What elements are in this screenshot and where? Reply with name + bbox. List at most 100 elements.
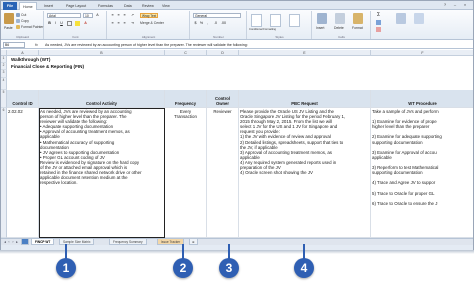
insert-button[interactable]: Insert: [316, 26, 324, 30]
scissors-icon: [16, 13, 20, 18]
clipboard-group-label: Clipboard: [16, 35, 29, 39]
column-header-b[interactable]: B: [39, 50, 165, 56]
find-select-icon[interactable]: [414, 13, 424, 24]
tab-page-layout[interactable]: Page Layout: [63, 2, 89, 10]
walkthrough-title: Walkthrough (WT): [11, 57, 51, 62]
fx-icon[interactable]: fx: [35, 42, 38, 48]
paste-icon[interactable]: [4, 13, 14, 24]
cell-control-id[interactable]: 2.02.02: [7, 108, 39, 238]
cell-control-activity[interactable]: As needed, JVs are reviewed by an accoun…: [39, 108, 165, 238]
column-header-c[interactable]: C: [165, 50, 207, 56]
minimize-icon[interactable]: –: [451, 2, 459, 8]
spreadsheet-grid: A B C D E F 1 2 3 4 5 6 Walkthrough (WT)…: [1, 50, 473, 238]
header-wt-procedure: WT Procedure: [371, 90, 473, 108]
delete-button[interactable]: Delete: [334, 26, 344, 30]
file-tab[interactable]: File: [3, 2, 17, 10]
cell-pbc-request[interactable]: Please provide the Oracle US JV Listing …: [239, 108, 371, 238]
font-size-select[interactable]: 10: [83, 13, 93, 18]
merge-center-button[interactable]: Merge & Center: [140, 21, 164, 25]
conditional-formatting-button[interactable]: Conditional Formatting: [249, 28, 276, 31]
header-control-activity: Control Activity: [39, 90, 165, 108]
format-cells-icon[interactable]: [353, 13, 363, 24]
help-icon[interactable]: ?: [441, 2, 449, 8]
border-icon[interactable]: [67, 21, 72, 26]
copy-label: Copy: [21, 19, 29, 23]
styles-group: Conditional Formatting Styles: [248, 11, 312, 39]
align-right-icon[interactable]: ≡: [122, 21, 127, 26]
frequency-line-2: Transaction: [174, 114, 197, 120]
percent-icon[interactable]: %: [199, 21, 204, 26]
row-header-3[interactable]: 3: [1, 70, 7, 78]
clear-icon[interactable]: [376, 27, 381, 32]
cells-group-label: Cells: [338, 35, 345, 39]
fill-color-icon[interactable]: [75, 21, 80, 26]
tab-data[interactable]: Data: [121, 2, 135, 10]
font-name-select[interactable]: Arial: [47, 13, 81, 18]
number-format-select[interactable]: General: [193, 13, 241, 18]
window-shadow: [0, 250, 474, 254]
close-icon[interactable]: ×: [461, 2, 469, 8]
column-header-f[interactable]: F: [371, 50, 473, 56]
format-painter-button[interactable]: Format Painter: [16, 25, 44, 30]
format-as-table-icon[interactable]: [270, 14, 281, 27]
orientation-icon[interactable]: ↗: [130, 13, 135, 18]
ribbon: Paste Cut Copy Format Painter Clipboard …: [1, 10, 473, 40]
underline-icon[interactable]: U: [59, 21, 64, 26]
row-header-4[interactable]: 4: [1, 78, 7, 90]
increase-decimal-icon[interactable]: .0: [213, 21, 218, 26]
clipboard-group: Paste Cut Copy Format Painter Clipboard: [2, 11, 44, 39]
cells-group: Insert Delete Format Cells: [313, 11, 371, 39]
formula-input[interactable]: As needed, JVs are reviewed by an accoun…: [45, 42, 465, 48]
conditional-formatting-icon[interactable]: [251, 14, 262, 27]
sort-filter-icon[interactable]: [396, 13, 406, 24]
cell-frequency[interactable]: Every Transaction: [165, 108, 207, 238]
column-header-e[interactable]: E: [239, 50, 371, 56]
font-color-icon[interactable]: A: [83, 21, 88, 26]
row-header-1[interactable]: 1: [1, 56, 7, 63]
italic-icon[interactable]: I: [53, 21, 58, 26]
tab-formulas[interactable]: Formulas: [95, 2, 116, 10]
ribbon-tab-bar: File Home Insert Page Layout Formulas Da…: [1, 1, 473, 10]
align-left-icon[interactable]: ≡: [110, 21, 115, 26]
autosum-icon[interactable]: Σ: [376, 13, 381, 18]
copy-button[interactable]: Copy: [16, 19, 29, 24]
tab-view[interactable]: View: [159, 2, 173, 10]
comma-icon[interactable]: ,: [205, 21, 210, 26]
tab-home[interactable]: Home: [19, 2, 37, 10]
callout-badge-2: 2: [173, 258, 193, 278]
font-group: Arial 10 A B I U A Font: [45, 11, 107, 39]
align-bottom-icon[interactable]: ≡: [122, 13, 127, 18]
decrease-decimal-icon[interactable]: .00: [221, 21, 226, 26]
row-header-2[interactable]: 2: [1, 63, 7, 70]
cell-wt-procedure[interactable]: Take a sample of JVs and perform 1) Exam…: [371, 108, 473, 238]
number-group: General $ % , .0 .00 Number: [191, 11, 247, 39]
align-center-icon[interactable]: ≡: [116, 21, 121, 26]
cut-button[interactable]: Cut: [16, 13, 26, 18]
cell-styles-icon[interactable]: [289, 14, 300, 27]
name-box[interactable]: B6: [3, 42, 25, 48]
indent-icon[interactable]: ⇥: [130, 21, 135, 26]
alignment-group-label: Alignment: [141, 35, 156, 39]
bold-icon[interactable]: B: [47, 21, 52, 26]
brush-icon: [16, 25, 20, 30]
format-painter-label: Format Painter: [21, 25, 44, 29]
tab-insert[interactable]: Insert: [41, 2, 56, 10]
paste-button[interactable]: Paste: [4, 26, 13, 30]
align-middle-icon[interactable]: ≡: [116, 13, 121, 18]
column-header-d[interactable]: D: [207, 50, 239, 56]
wrap-text-button[interactable]: Wrap Text: [140, 13, 159, 18]
currency-icon[interactable]: $: [193, 21, 198, 26]
column-header-a[interactable]: A: [7, 50, 39, 56]
excel-window: File Home Insert Page Layout Formulas Da…: [0, 0, 474, 250]
fill-icon[interactable]: [376, 20, 381, 25]
delete-cells-icon[interactable]: [335, 13, 345, 24]
formula-bar: B6 fx As needed, JVs are reviewed by an …: [1, 41, 473, 49]
cell-control-owner[interactable]: Reviewer: [207, 108, 239, 238]
number-group-label: Number: [213, 35, 224, 39]
format-button[interactable]: Format: [352, 26, 363, 30]
insert-cells-icon[interactable]: [317, 13, 327, 24]
tab-review[interactable]: Review: [139, 2, 157, 10]
styles-group-label: Styles: [275, 35, 284, 39]
grow-font-icon[interactable]: A: [95, 13, 100, 18]
align-top-icon[interactable]: ≡: [110, 13, 115, 18]
